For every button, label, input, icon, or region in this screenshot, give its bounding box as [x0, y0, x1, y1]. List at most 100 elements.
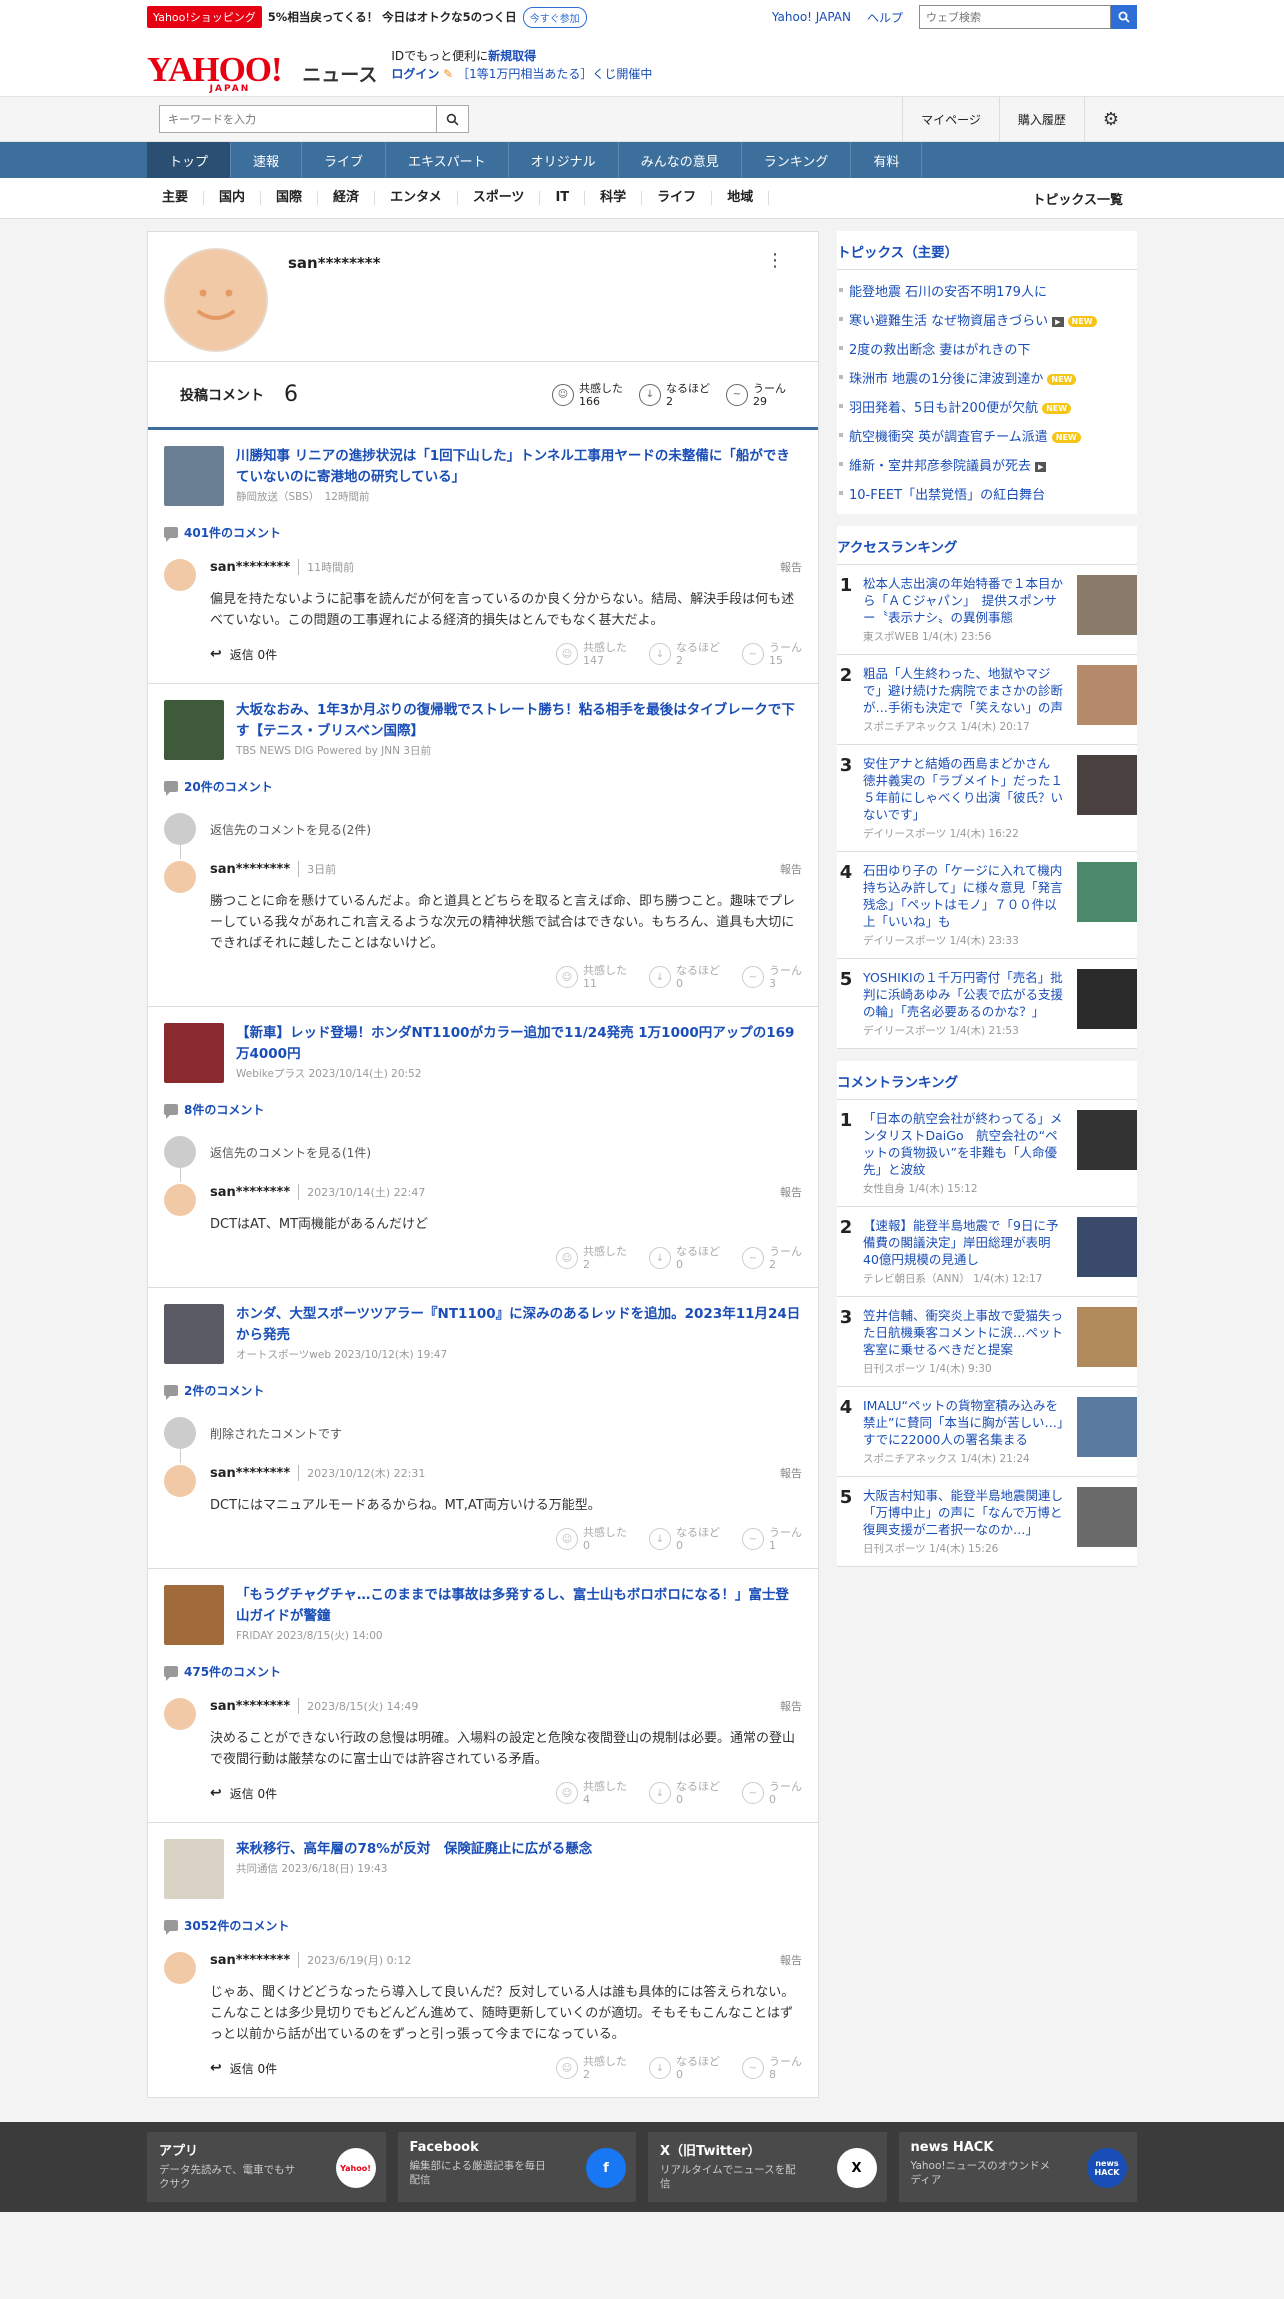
reply-button[interactable]: ↩ 返信 0件 — [210, 646, 277, 663]
empathy-button[interactable]: ☺ 共感した 11 — [556, 964, 627, 990]
comment-username[interactable]: san******** — [210, 1953, 290, 1968]
article-thumbnail[interactable] — [164, 1023, 224, 1083]
ranking-item[interactable]: 2 【速報】能登半島地震で「9日に予備費の閣議決定」岸田総理が表明 40億円規模の… — [837, 1207, 1137, 1297]
hmm-button[interactable]: ~ うーん 2 — [742, 1245, 802, 1271]
report-link[interactable]: 報告 — [780, 1698, 802, 1714]
cat-it[interactable]: IT — [540, 191, 586, 205]
yahoo-news-logo[interactable]: YAHOO! JAPAN ニュース — [147, 44, 377, 94]
footer-link[interactable]: news HACK Yahoo!ニュースのオウンドメディア news HACK — [898, 2132, 1137, 2202]
signup-link[interactable]: 新規取得 — [488, 49, 536, 63]
topic-title[interactable]: 能登地震 石川の安否不明179人に — [849, 285, 1047, 300]
ranking-title[interactable]: 【速報】能登半島地震で「9日に予備費の閣議決定」岸田総理が表明 40億円規模の見… — [863, 1217, 1069, 1268]
ranking-title[interactable]: 笠井信輔、衝突炎上事故で愛猫失った日航機乗客コメントに涙…ペット客室に乗せるべき… — [863, 1307, 1069, 1358]
reply-count[interactable]: 返信 0件 — [230, 1785, 277, 1802]
comment-username[interactable]: san******** — [210, 1699, 290, 1714]
ranking-thumbnail[interactable] — [1077, 1307, 1137, 1367]
ranking-item[interactable]: 3 安住アナと結婚の西島まどかさん 徳井義実の「ラブメイト」だった１５年前にしゃべ… — [837, 745, 1137, 852]
ranking-title[interactable]: IMALU“ペットの貨物室積み込みを禁止”に賛同「本当に胸が苦しい…」すでに22… — [863, 1397, 1069, 1448]
topic-item[interactable]: 珠洲市 地震の1分後に津波到達か NEW — [837, 363, 1137, 392]
purchase-history-link[interactable]: 購入履歴 — [998, 97, 1084, 141]
article-thumbnail[interactable] — [164, 1839, 224, 1899]
insightful-button[interactable]: ↓ なるほど 0 — [649, 2055, 720, 2081]
article-header[interactable]: ホンダ、大型スポーツツアラー『NT1100』に深みのあるレッドを追加。2023年… — [164, 1304, 802, 1364]
ranking-item[interactable]: 3 笠井信輔、衝突炎上事故で愛猫失った日航機乗客コメントに涙…ペット客室に乗せるべ… — [837, 1297, 1137, 1387]
footer-link[interactable]: Facebook 編集部による厳選記事を毎日配信 f — [397, 2132, 636, 2202]
hmm-button[interactable]: ~ うーん 0 — [742, 1780, 802, 1806]
comment-count-link[interactable]: 3052件のコメント — [164, 1917, 802, 1935]
cat-world[interactable]: 国際 — [261, 191, 319, 205]
hmm-button[interactable]: ~ うーん 1 — [742, 1526, 802, 1552]
reply-count[interactable]: 返信 0件 — [230, 2060, 277, 2077]
parent-comment-text[interactable]: 削除されたコメントです — [210, 1425, 342, 1442]
article-title[interactable]: ホンダ、大型スポーツツアラー『NT1100』に深みのあるレッドを追加。2023年… — [236, 1304, 802, 1346]
parent-comment-text[interactable]: 返信先のコメントを見る(1件) — [210, 1144, 371, 1161]
promo-text[interactable]: 5%相当戻ってくる！ 今日はオトクな5のつく日 — [268, 9, 517, 25]
keyword-search-button[interactable] — [437, 105, 469, 133]
empathy-button[interactable]: ☺ 共感した 2 — [556, 2055, 627, 2081]
insightful-button[interactable]: ↓ なるほど 0 — [649, 1245, 720, 1271]
ranking-thumbnail[interactable] — [1077, 755, 1137, 815]
promo-banner[interactable]: Yahoo!ショッピング 5%相当戻ってくる！ 今日はオトクな5のつく日 今すぐ… — [147, 6, 587, 28]
report-link[interactable]: 報告 — [780, 1184, 802, 1200]
empathy-button[interactable]: ☺ 共感した 0 — [556, 1526, 627, 1552]
ranking-thumbnail[interactable] — [1077, 665, 1137, 725]
comment-username[interactable]: san******** — [210, 1466, 290, 1481]
gnav-top[interactable]: トップ — [147, 142, 232, 178]
ranking-thumbnail[interactable] — [1077, 1397, 1137, 1457]
topic-title[interactable]: 10-FEET「出禁覚悟」の紅白舞台 — [849, 488, 1045, 503]
comment-count-text[interactable]: 475件のコメント — [184, 1663, 281, 1680]
comment-count-text[interactable]: 2件のコメント — [184, 1382, 264, 1399]
article-title[interactable]: 来秋移行、高年層の78%が反対 保険証廃止に広がる懸念 — [236, 1839, 592, 1860]
topic-title[interactable]: 羽田発着、5日も計200便が欠航 — [849, 401, 1038, 416]
reply-button[interactable]: ↩ 返信 0件 — [210, 2060, 277, 2077]
comment-count-link[interactable]: 401件のコメント — [164, 524, 802, 542]
ranking-item[interactable]: 2 粗品「人生終わった、地獄やマジで」避け続けた病院でまさかの診断が…手術も決定で… — [837, 655, 1137, 745]
ranking-title[interactable]: 大阪吉村知事、能登半島地震関連し「万博中止」の声に「なんで万博と復興支援が二者択… — [863, 1487, 1069, 1538]
topic-item[interactable]: 羽田発着、5日も計200便が欠航 NEW — [837, 392, 1137, 421]
parent-comment-link[interactable]: 返信先のコメントを見る(2件) — [164, 813, 802, 845]
gnav-live[interactable]: ライブ — [302, 142, 387, 178]
topic-title[interactable]: 珠洲市 地震の1分後に津波到達か — [849, 372, 1043, 387]
comment-username[interactable]: san******** — [210, 862, 290, 877]
article-thumbnail[interactable] — [164, 1304, 224, 1364]
gnav-original[interactable]: オリジナル — [509, 142, 619, 178]
ranking-title[interactable]: 「日本の航空会社が終わってる」メンタリストDaiGo 航空会社の“ペットの貨物扱… — [863, 1110, 1069, 1178]
topics-list-link[interactable]: トピックス一覧 — [1032, 189, 1123, 208]
topic-item[interactable]: 航空機衝突 英が調査官チーム派遣 NEW — [837, 421, 1137, 450]
keyword-search-input[interactable] — [159, 105, 437, 133]
report-link[interactable]: 報告 — [780, 1952, 802, 1968]
ranking-item[interactable]: 4 IMALU“ペットの貨物室積み込みを禁止”に賛同「本当に胸が苦しい…」すでに2… — [837, 1387, 1137, 1477]
comment-username[interactable]: san******** — [210, 1185, 290, 1200]
cat-local[interactable]: 地域 — [712, 191, 770, 205]
comment-count-link[interactable]: 2件のコメント — [164, 1382, 802, 1400]
article-title[interactable]: 川勝知事 リニアの進捗状況は「1回下山した」トンネル工事用ヤードの未整備に「船が… — [236, 446, 802, 488]
comment-count-link[interactable]: 20件のコメント — [164, 778, 802, 796]
reply-count[interactable]: 返信 0件 — [230, 646, 277, 663]
gnav-flash[interactable]: 速報 — [231, 142, 303, 178]
comment-count-text[interactable]: 8件のコメント — [184, 1101, 264, 1118]
lottery-link[interactable]: ［1等1万円相当あたる］くじ開催中 — [457, 67, 652, 81]
ranking-thumbnail[interactable] — [1077, 1487, 1137, 1547]
topic-item[interactable]: 維新・室井邦彦参院議員が死去 ▶ — [837, 450, 1137, 479]
topic-item[interactable]: 10-FEET「出禁覚悟」の紅白舞台 — [837, 479, 1137, 508]
cat-sports[interactable]: スポーツ — [458, 191, 541, 205]
report-link[interactable]: 報告 — [780, 559, 802, 575]
parent-comment-text[interactable]: 返信先のコメントを見る(2件) — [210, 821, 371, 838]
reply-button[interactable]: ↩ 返信 0件 — [210, 1785, 277, 1802]
ranking-item[interactable]: 1 松本人志出演の年始特番で１本目から「ＡＣジャパン」 提供スポンサー〝表示ナシ〟… — [837, 565, 1137, 655]
promo-badge[interactable]: Yahoo!ショッピング — [147, 6, 262, 28]
empathy-button[interactable]: ☺ 共感した 147 — [556, 641, 627, 667]
hmm-button[interactable]: ~ うーん 8 — [742, 2055, 802, 2081]
settings-button[interactable]: ⚙ — [1083, 97, 1137, 141]
topic-title[interactable]: 2度の救出断念 妻はがれきの下 — [849, 343, 1030, 358]
topic-title[interactable]: 寒い避難生活 なぜ物資届きづらい — [849, 314, 1048, 329]
ranking-item[interactable]: 5 大阪吉村知事、能登半島地震関連し「万博中止」の声に「なんで万博と復興支援が二者… — [837, 1477, 1137, 1567]
comment-count-text[interactable]: 3052件のコメント — [184, 1917, 289, 1934]
comment-count-link[interactable]: 475件のコメント — [164, 1663, 802, 1681]
web-search-button[interactable] — [1111, 5, 1137, 29]
topic-item[interactable]: 能登地震 石川の安否不明179人に — [837, 276, 1137, 305]
ranking-title[interactable]: 粗品「人生終わった、地獄やマジで」避け続けた病院でまさかの診断が…手術も決定で「… — [863, 665, 1069, 716]
ranking-title[interactable]: YOSHIKIの１千万円寄付「売名」批判に浜崎あゆみ「公表で広がる支援の輪」「売… — [863, 969, 1069, 1020]
ranking-thumbnail[interactable] — [1077, 575, 1137, 635]
article-title[interactable]: 大坂なおみ、1年3か月ぶりの復帰戦でストレート勝ち！粘る相手を最後はタイブレーク… — [236, 700, 802, 742]
